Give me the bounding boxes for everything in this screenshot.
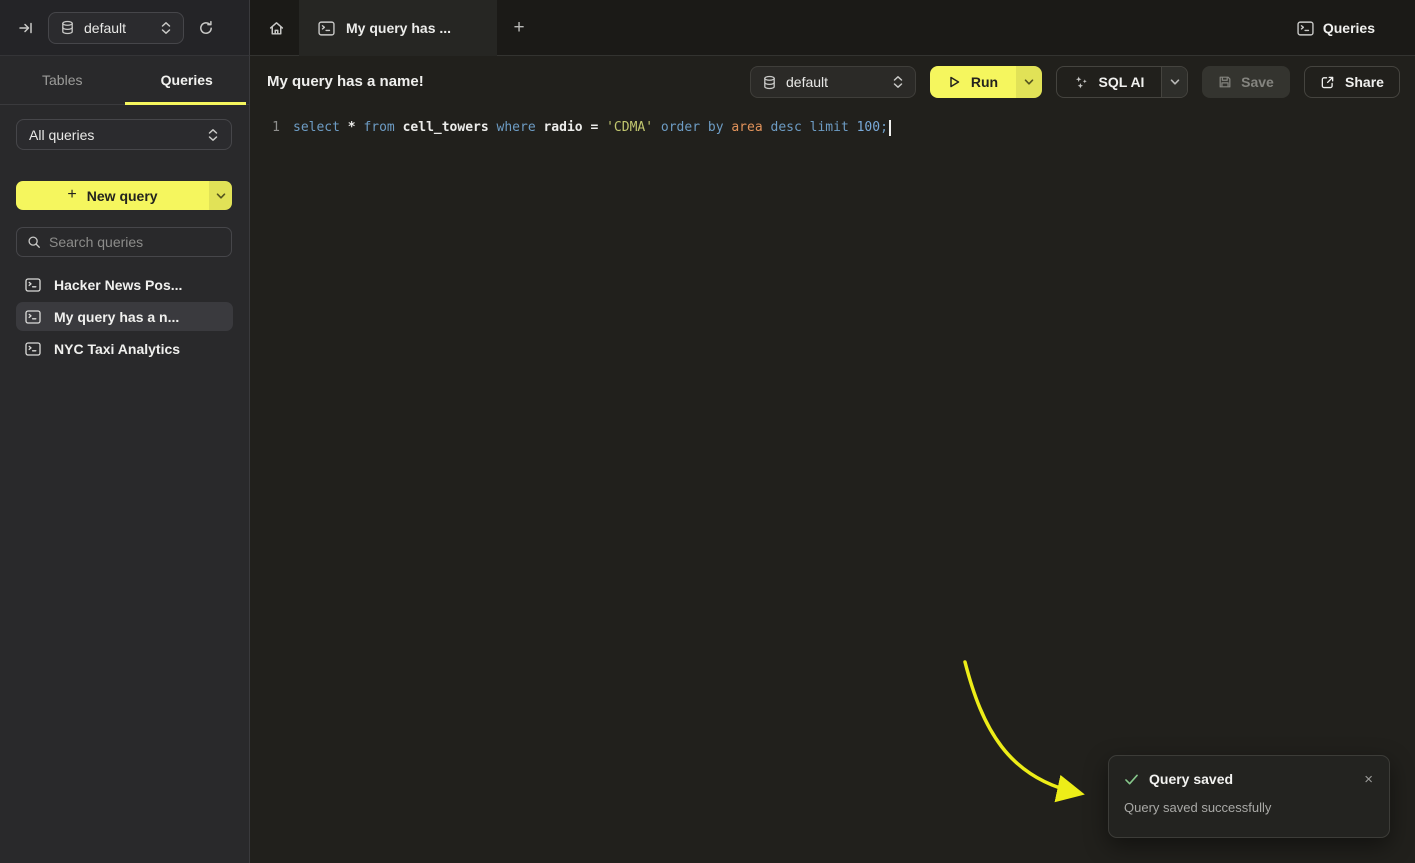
new-query-button[interactable]: + New query xyxy=(16,181,209,210)
query-editor-panel: My query has a name! default xyxy=(250,56,1415,863)
code-tokens: select * from cell_towers where radio = … xyxy=(293,118,888,138)
share-button[interactable]: Share xyxy=(1304,66,1400,98)
search-icon xyxy=(27,235,41,249)
queries-corner-button[interactable]: Queries xyxy=(1297,0,1375,56)
run-button-group: Run xyxy=(930,66,1042,98)
new-query-dropdown-button[interactable] xyxy=(209,181,232,210)
unfold-icon xyxy=(892,75,904,89)
tab-queries-label: Queries xyxy=(161,72,213,88)
query-terminal-icon xyxy=(25,278,41,292)
database-icon xyxy=(762,75,777,90)
collapse-sidebar-button[interactable] xyxy=(12,14,40,42)
unfold-icon xyxy=(160,21,172,35)
query-title: My query has a name! xyxy=(267,73,424,90)
tab-queries[interactable]: Queries xyxy=(125,56,250,104)
check-icon xyxy=(1124,773,1139,786)
sidebar-database-selector[interactable]: default xyxy=(48,12,184,44)
toast-message: Query saved successfully xyxy=(1124,800,1373,815)
query-list-item[interactable]: NYC Taxi Analytics xyxy=(16,334,233,363)
query-terminal-icon xyxy=(318,21,335,36)
tab-tables[interactable]: Tables xyxy=(0,56,125,104)
queries-icon xyxy=(1297,21,1314,36)
home-icon xyxy=(268,20,285,37)
sql-editor[interactable]: 1 select * from cell_towers where radio … xyxy=(250,108,1415,863)
query-item-label: Hacker News Pos... xyxy=(54,277,182,293)
new-query-button-group: + New query xyxy=(16,181,232,210)
chevron-down-icon xyxy=(1024,78,1034,86)
share-external-icon xyxy=(1320,75,1335,90)
sql-ai-button[interactable]: SQL AI xyxy=(1057,67,1161,97)
save-label: Save xyxy=(1241,74,1274,90)
query-filter-value: All queries xyxy=(29,127,207,143)
sql-ai-dropdown-button[interactable] xyxy=(1161,67,1187,97)
text-cursor xyxy=(889,120,891,136)
sidebar-database-value: default xyxy=(84,20,151,36)
plus-icon: + xyxy=(67,186,76,204)
run-dropdown-button[interactable] xyxy=(1016,66,1042,98)
sparkles-icon xyxy=(1074,75,1089,90)
tab-label: My query has ... xyxy=(346,20,451,36)
plus-icon: + xyxy=(513,17,524,39)
sql-ai-label: SQL AI xyxy=(1099,74,1145,90)
toast-header: Query saved × xyxy=(1124,771,1373,787)
refresh-icon xyxy=(198,20,214,36)
play-icon xyxy=(948,75,961,89)
search-queries-box xyxy=(16,227,232,257)
home-button[interactable] xyxy=(262,14,290,42)
code-line: 1 select * from cell_towers where radio … xyxy=(267,118,891,138)
query-terminal-icon xyxy=(25,342,41,356)
query-terminal-icon xyxy=(25,310,41,324)
chevron-down-icon xyxy=(216,192,226,200)
new-tab-button[interactable]: + xyxy=(505,14,533,42)
run-button[interactable]: Run xyxy=(930,66,1016,98)
query-list-item[interactable]: Hacker News Pos... xyxy=(16,270,233,299)
sidebar: Tables Queries All queries + New query xyxy=(0,56,250,863)
query-list-item-selected[interactable]: My query has a n... xyxy=(16,302,233,331)
save-button[interactable]: Save xyxy=(1202,66,1290,98)
topbar-tab-strip: My query has ... + Queries xyxy=(250,0,1415,56)
query-list: Hacker News Pos... My query has a n... xyxy=(16,270,233,363)
query-filter-select[interactable]: All queries xyxy=(16,119,232,150)
share-label: Share xyxy=(1345,74,1384,90)
toast-close-button[interactable]: × xyxy=(1364,772,1373,787)
refresh-button[interactable] xyxy=(192,14,220,42)
toast-title: Query saved xyxy=(1149,771,1233,787)
queries-corner-label: Queries xyxy=(1323,20,1375,36)
collapse-sidebar-icon xyxy=(18,20,34,36)
sql-ai-button-group: SQL AI xyxy=(1056,66,1188,98)
toast-query-saved: Query saved × Query saved successfully xyxy=(1108,755,1390,838)
query-item-label: My query has a n... xyxy=(54,309,179,325)
new-query-label: New query xyxy=(87,188,158,204)
tab-tables-label: Tables xyxy=(42,72,82,88)
search-queries-input[interactable] xyxy=(49,234,221,250)
line-number: 1 xyxy=(267,118,280,138)
topbar-sidebar-header: default xyxy=(0,0,250,56)
close-icon: × xyxy=(1364,771,1373,788)
save-icon xyxy=(1218,75,1232,89)
run-label: Run xyxy=(971,74,998,90)
query-item-label: NYC Taxi Analytics xyxy=(54,341,180,357)
chevron-down-icon xyxy=(1170,78,1180,86)
editor-database-selector[interactable]: default xyxy=(750,66,916,98)
tab-my-query[interactable]: My query has ... xyxy=(299,0,497,56)
editor-database-value: default xyxy=(786,74,883,90)
app-window: default xyxy=(0,0,1415,863)
database-icon xyxy=(60,20,75,35)
unfold-icon xyxy=(207,128,219,142)
sidebar-tabs: Tables Queries xyxy=(0,56,249,105)
